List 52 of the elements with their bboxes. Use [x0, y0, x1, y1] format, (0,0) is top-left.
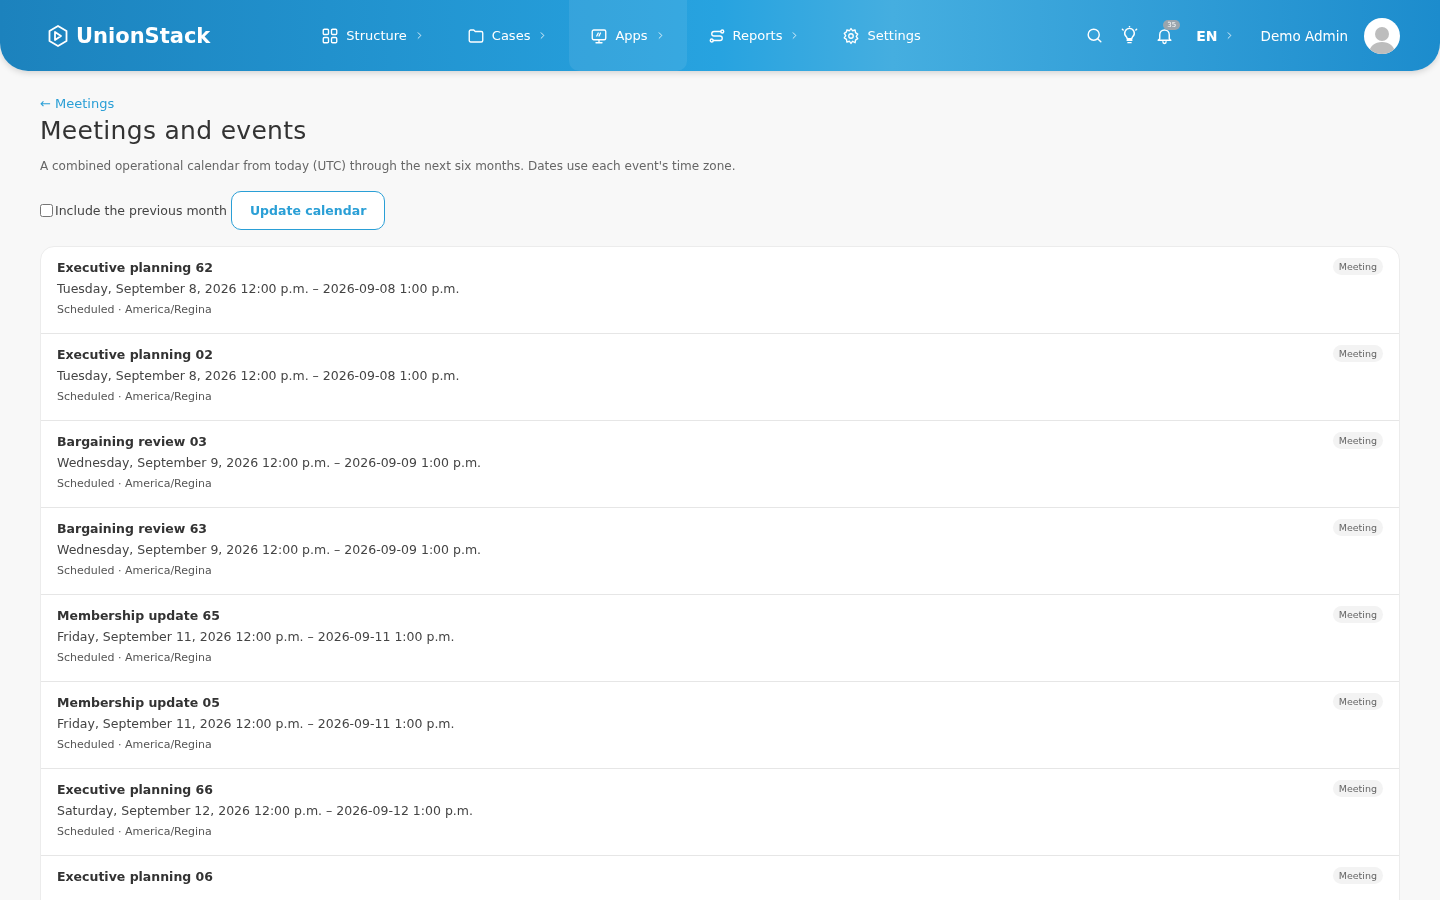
event-time: Tuesday, September 8, 2026 12:00 p.m. – 2026-09-08 1:00 p.m.: [57, 368, 460, 383]
event-title[interactable]: Bargaining review 03: [57, 434, 482, 449]
brand-name[interactable]: UnionStack: [76, 23, 211, 48]
event-status: Scheduled · America/Regina: [57, 477, 213, 490]
grid-icon: [321, 26, 340, 45]
avatar-icon[interactable]: [1364, 17, 1400, 54]
event-time: Wednesday, September 9, 2026 12:00 p.m. – 2026-09-09 1:00 p.m.: [57, 542, 482, 557]
nav-item[interactable]: Settings: [821, 0, 942, 71]
event-time: Friday, September 11, 2026 12:00 p.m. – 2026-09-11 1:00 p.m.: [57, 629, 455, 644]
checkbox[interactable]: [40, 204, 53, 217]
language-menu[interactable]: EN: [1196, 27, 1235, 44]
route-icon: [707, 26, 726, 45]
nav-item[interactable]: Structure: [300, 0, 446, 71]
event-type: Meeting: [1332, 345, 1383, 362]
user-name[interactable]: Demo Admin: [1260, 27, 1348, 44]
event-title[interactable]: Executive planning 62: [57, 260, 460, 275]
event-type: Meeting: [1332, 606, 1383, 623]
event-time: Wednesday, September 9, 2026 12:00 p.m. – 2026-09-09 1:00 p.m.: [57, 455, 482, 470]
event-type: Meeting: [1332, 867, 1383, 884]
page-title: Meetings and events: [40, 116, 308, 145]
checkbox-label: Include the previous month: [55, 203, 227, 218]
event-type: Meeting: [1332, 432, 1383, 449]
event-time: Tuesday, September 8, 2026 12:00 p.m. – 2026-09-08 1:00 p.m.: [57, 281, 460, 296]
event-title[interactable]: Executive planning 06: [57, 869, 213, 884]
nav-item[interactable]: Cases: [445, 0, 570, 71]
event-time: Friday, September 11, 2026 12:00 p.m. – 2026-09-11 1:00 p.m.: [57, 716, 455, 731]
monitor-icon: [590, 26, 609, 45]
back-link[interactable]: ← Meetings: [40, 96, 115, 111]
event-type: Meeting: [1332, 519, 1383, 536]
event-time: Saturday, September 12, 2026 12:00 p.m. – 2026-09-12 1:00 p.m.: [57, 803, 473, 818]
nav-item[interactable]: Apps: [569, 0, 687, 71]
event-type: Meeting: [1332, 693, 1383, 710]
event-type: Meeting: [1332, 780, 1383, 797]
event-status: Scheduled · America/Regina: [57, 564, 213, 577]
event-title[interactable]: Executive planning 02: [57, 347, 460, 362]
event-status: Scheduled · America/Regina: [57, 738, 213, 751]
event-type: Meeting: [1332, 258, 1383, 275]
nav-item[interactable]: Reports: [686, 0, 822, 71]
event-title[interactable]: Executive planning 66: [57, 782, 473, 797]
event-title[interactable]: Bargaining review 63: [57, 521, 482, 536]
lightbulb-icon: [1120, 26, 1140, 45]
page-description: A combined operational calendar from today (UTC) through the next six months. Dates use each event's time zone.: [40, 159, 737, 173]
event-status: Scheduled · America/Regina: [57, 303, 213, 316]
hexagon-logo-icon: [46, 23, 70, 48]
folder-icon: [466, 26, 485, 45]
event-status: Scheduled · America/Regina: [57, 825, 213, 838]
event-status: Scheduled · America/Regina: [57, 390, 213, 403]
event-title[interactable]: Membership update 65: [57, 608, 455, 623]
event-title[interactable]: Membership update 05: [57, 695, 455, 710]
event-status: Scheduled · America/Regina: [57, 651, 213, 664]
settings-icon: [842, 26, 861, 45]
update-calendar-button[interactable]: Update calendar: [230, 191, 386, 230]
